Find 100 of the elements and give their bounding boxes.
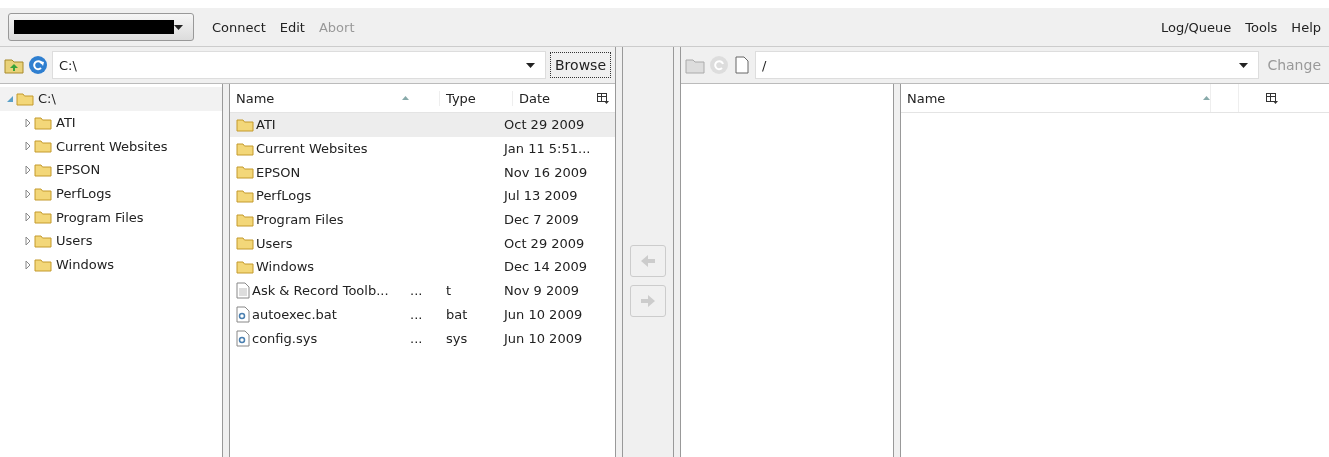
- file-row[interactable]: PerfLogs Jul 13 2009: [230, 184, 615, 208]
- sort-ascending-icon: [402, 96, 409, 100]
- menu-item[interactable]: Edit: [279, 19, 305, 35]
- settings-file-icon: [236, 305, 250, 323]
- menu-item[interactable]: Help: [1291, 19, 1321, 35]
- file-type: bat: [446, 306, 468, 322]
- tree-row[interactable]: PerfLogs: [0, 181, 223, 206]
- folder-icon: [16, 91, 34, 106]
- column-chooser-icon[interactable]: [1266, 92, 1278, 104]
- file-date: Nov 16 2009: [504, 164, 588, 180]
- file-row[interactable]: Program Files Dec 7 2009: [230, 207, 615, 232]
- splitter[interactable]: [222, 84, 230, 457]
- file-date: Jun 10 2009: [504, 330, 583, 346]
- file-row[interactable]: EPSON Nov 16 2009: [230, 160, 615, 185]
- file-size: ...: [410, 283, 423, 299]
- file-date: Nov 9 2009: [504, 283, 579, 299]
- file-date: Dec 14 2009: [504, 259, 588, 275]
- refresh-icon[interactable]: [28, 55, 48, 75]
- tree-item-label: Program Files: [56, 209, 144, 225]
- file-name: Program Files: [256, 212, 344, 228]
- right-arrow-icon: [640, 294, 656, 308]
- file-date: Jan 11 5:51...: [504, 141, 591, 157]
- tree-row[interactable]: Users: [0, 229, 223, 253]
- file-row[interactable]: ATI Oct 29 2009: [230, 113, 615, 137]
- splitter[interactable]: [673, 47, 681, 457]
- document-icon[interactable]: [733, 55, 751, 75]
- tree-item-label: EPSON: [56, 162, 101, 178]
- sort-ascending-icon: [1203, 96, 1210, 100]
- folder-icon: [236, 236, 254, 251]
- folder-icon: [236, 188, 254, 203]
- tree-item-label: Users: [56, 233, 93, 249]
- tree-row[interactable]: EPSON: [0, 158, 223, 182]
- expand-triangle-icon[interactable]: [24, 260, 32, 269]
- expand-triangle-icon[interactable]: [24, 189, 32, 198]
- tree-item-label: Windows: [56, 257, 115, 273]
- settings-file-icon: [236, 329, 250, 347]
- dropdown-arrow-icon: [174, 24, 183, 30]
- file-row[interactable]: Windows Dec 14 2009: [230, 255, 615, 279]
- tree-row[interactable]: Current Websites: [0, 134, 223, 159]
- folder-icon: [34, 233, 52, 248]
- file-date: Jul 13 2009: [504, 188, 578, 204]
- file-date: Oct 29 2009: [504, 235, 585, 251]
- file-date: Oct 29 2009: [504, 117, 585, 133]
- splitter[interactable]: [615, 47, 623, 457]
- menu-item[interactable]: Connect: [212, 19, 266, 35]
- tree-row[interactable]: C:\: [0, 87, 223, 111]
- collapse-triangle-icon[interactable]: [6, 94, 14, 103]
- folder-icon: [34, 210, 52, 225]
- file-name: autoexec.bat: [252, 306, 337, 322]
- expand-triangle-icon[interactable]: [24, 165, 32, 174]
- file-row[interactable]: Users Oct 29 2009: [230, 231, 615, 256]
- tree-item-label: PerfLogs: [56, 186, 112, 202]
- file-row[interactable]: Current Websites Jan 11 5:51...: [230, 136, 615, 161]
- site-dropdown[interactable]: [8, 13, 194, 41]
- folder-up-icon[interactable]: [4, 56, 24, 74]
- column-header[interactable]: Type: [439, 90, 512, 106]
- tree-item-label: ATI: [56, 115, 76, 131]
- file-name: Ask & Record Toolb...: [252, 283, 389, 299]
- file-name: config.sys: [252, 330, 318, 346]
- dropdown-arrow-icon: [1239, 62, 1249, 68]
- menu-item[interactable]: Log/Queue: [1161, 19, 1232, 35]
- folder-icon: [34, 139, 52, 154]
- column-header[interactable]: Name: [230, 90, 402, 106]
- left-arrow-icon: [640, 254, 656, 268]
- expand-triangle-icon[interactable]: [24, 213, 32, 222]
- folder-up-icon: [685, 56, 705, 74]
- path-dropdown[interactable]: /: [755, 51, 1260, 79]
- menu-item[interactable]: Tools: [1245, 19, 1278, 35]
- folder-icon: [236, 165, 254, 180]
- column-header[interactable]: Name: [901, 90, 1203, 106]
- file-name: Users: [256, 235, 293, 251]
- file-type: sys: [446, 330, 468, 346]
- expand-triangle-icon[interactable]: [24, 236, 32, 245]
- file-date: Dec 7 2009: [504, 212, 579, 228]
- file-size: ...: [410, 330, 423, 346]
- column-chooser-icon[interactable]: [597, 92, 609, 104]
- file-name: ATI: [256, 117, 276, 133]
- file-row[interactable]: autoexec.bat ... bat Jun 10 2009: [230, 302, 615, 327]
- browse-button[interactable]: Browse: [550, 52, 611, 78]
- splitter[interactable]: [893, 84, 901, 457]
- file-type: t: [446, 283, 452, 299]
- file-row[interactable]: Ask & Record Toolb... ... t Nov 9 2009: [230, 278, 615, 303]
- file-name: PerfLogs: [256, 188, 312, 204]
- column-header[interactable]: Date: [512, 90, 597, 106]
- file-row[interactable]: config.sys ... sys Jun 10 2009: [230, 326, 615, 350]
- tree-item-label: C:\: [38, 91, 56, 107]
- text-file-icon: [236, 282, 250, 300]
- tree-row[interactable]: ATI: [0, 110, 223, 135]
- expand-triangle-icon[interactable]: [24, 118, 32, 127]
- folder-icon: [236, 259, 254, 274]
- file-name: EPSON: [256, 164, 301, 180]
- folder-icon: [34, 186, 52, 201]
- file-name: Windows: [256, 259, 315, 275]
- expand-triangle-icon[interactable]: [24, 142, 32, 151]
- path-dropdown[interactable]: C:\: [52, 51, 546, 79]
- file-name: Current Websites: [256, 141, 368, 157]
- dropdown-arrow-icon: [526, 62, 535, 68]
- tree-item-label: Current Websites: [56, 138, 168, 154]
- tree-row[interactable]: Program Files: [0, 205, 223, 230]
- tree-row[interactable]: Windows: [0, 252, 223, 277]
